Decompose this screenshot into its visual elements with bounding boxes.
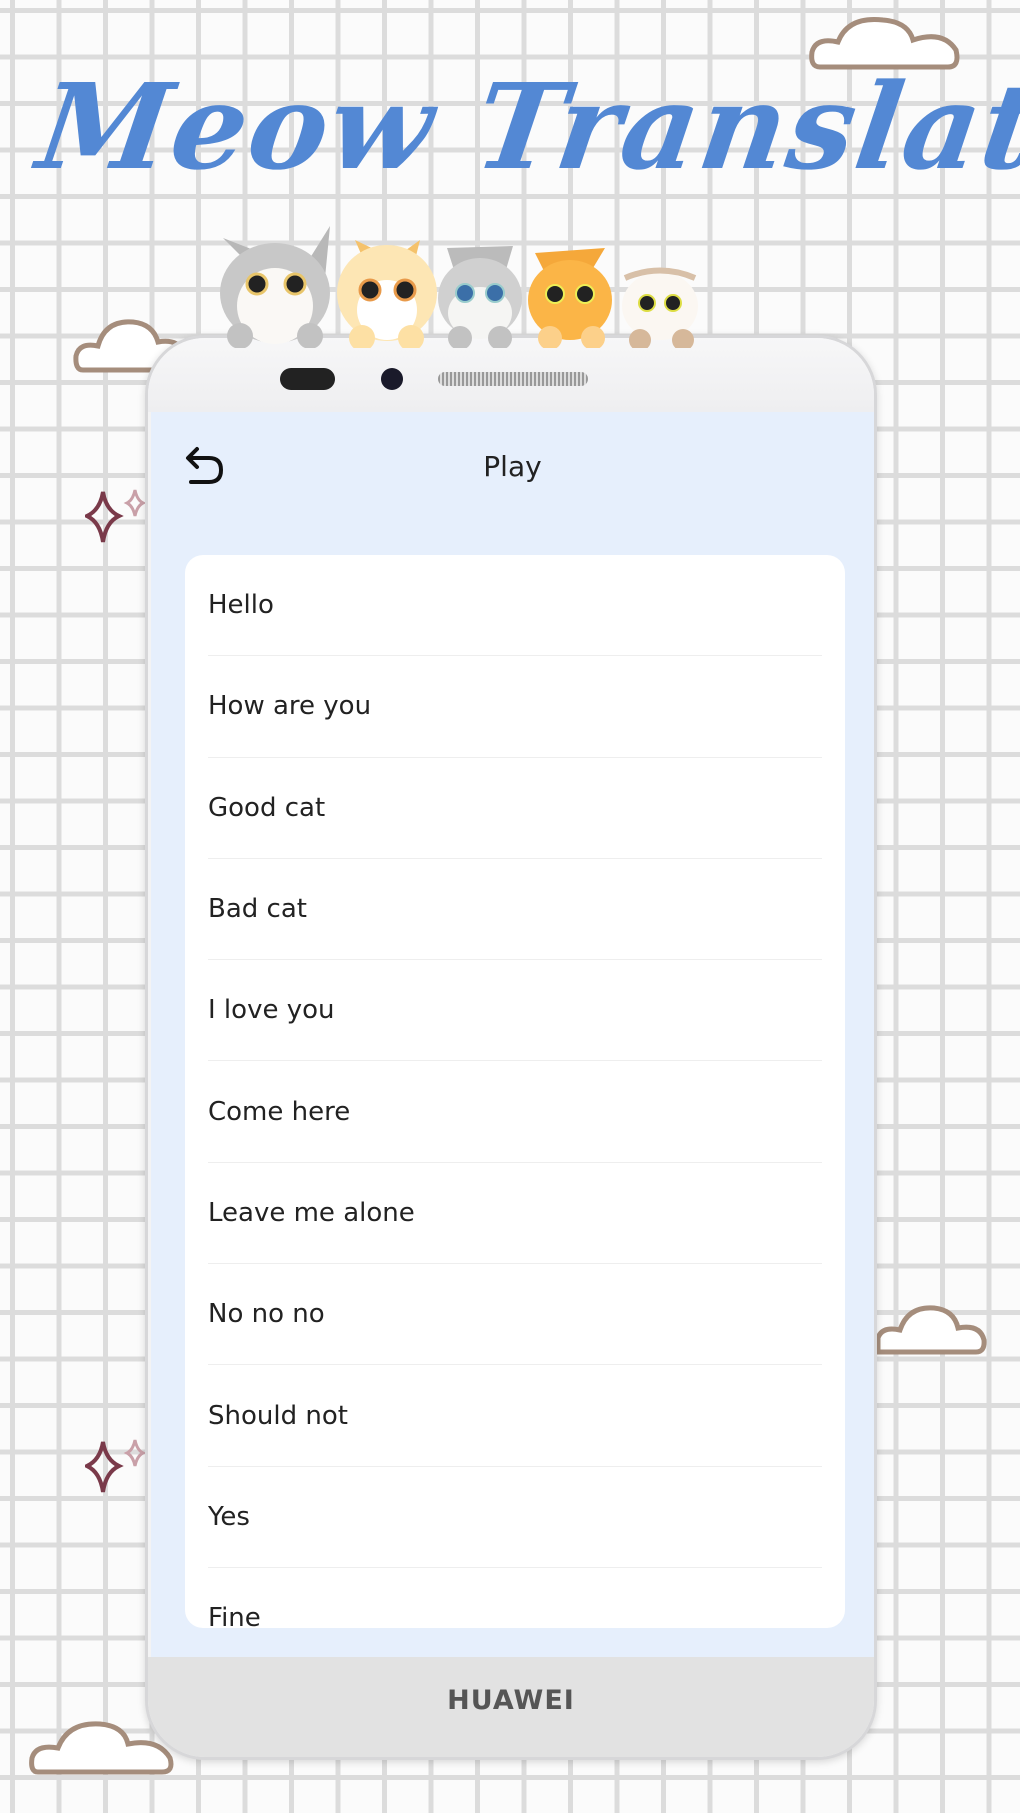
sparkle-icon [85, 1439, 147, 1493]
cat-gray-tabby-icon [220, 226, 330, 348]
phrase-item[interactable]: Should not [208, 1365, 822, 1467]
cat-orange-tabby-icon [528, 248, 612, 348]
front-camera-icon [381, 368, 403, 390]
speaker-grille [438, 372, 588, 386]
cats-illustration [220, 226, 698, 348]
page-title: Play [483, 450, 542, 483]
cat-white-fold-icon [622, 267, 698, 348]
phrase-item[interactable]: How are you [208, 656, 822, 758]
phrase-item[interactable]: Leave me alone [208, 1163, 822, 1265]
phone-frame: Play Hello How are you Good cat Bad cat … [145, 335, 877, 1760]
phrase-item[interactable]: Good cat [208, 758, 822, 859]
cloud-decoration [875, 1305, 987, 1355]
phone-bottom-bezel: HUAWEI [148, 1657, 874, 1757]
phrase-item[interactable]: Bad cat [208, 859, 822, 961]
phrase-list: Hello How are you Good cat Bad cat I lov… [185, 555, 845, 1628]
phrase-item[interactable]: Yes [208, 1467, 822, 1568]
phrase-item[interactable]: I love you [208, 960, 822, 1062]
sparkle-icon [85, 489, 147, 543]
phrase-item[interactable]: Come here [208, 1061, 822, 1163]
app-screen: Play Hello How are you Good cat Bad cat … [151, 412, 874, 1660]
phrase-item[interactable]: No no no [208, 1264, 822, 1366]
app-header: Play [151, 412, 874, 522]
phrase-item[interactable]: Fine [208, 1568, 822, 1628]
brand-logo: HUAWEI [447, 1685, 575, 1716]
phrase-item[interactable]: Hello [208, 555, 822, 657]
app-banner-title: Meow Translator [30, 57, 1020, 196]
cat-cream-icon [337, 240, 437, 348]
dual-camera-icon [280, 368, 335, 390]
cat-gray-blue-eyes-icon [438, 246, 522, 348]
cloud-decoration [809, 16, 960, 70]
phone-top-bezel [148, 338, 874, 412]
